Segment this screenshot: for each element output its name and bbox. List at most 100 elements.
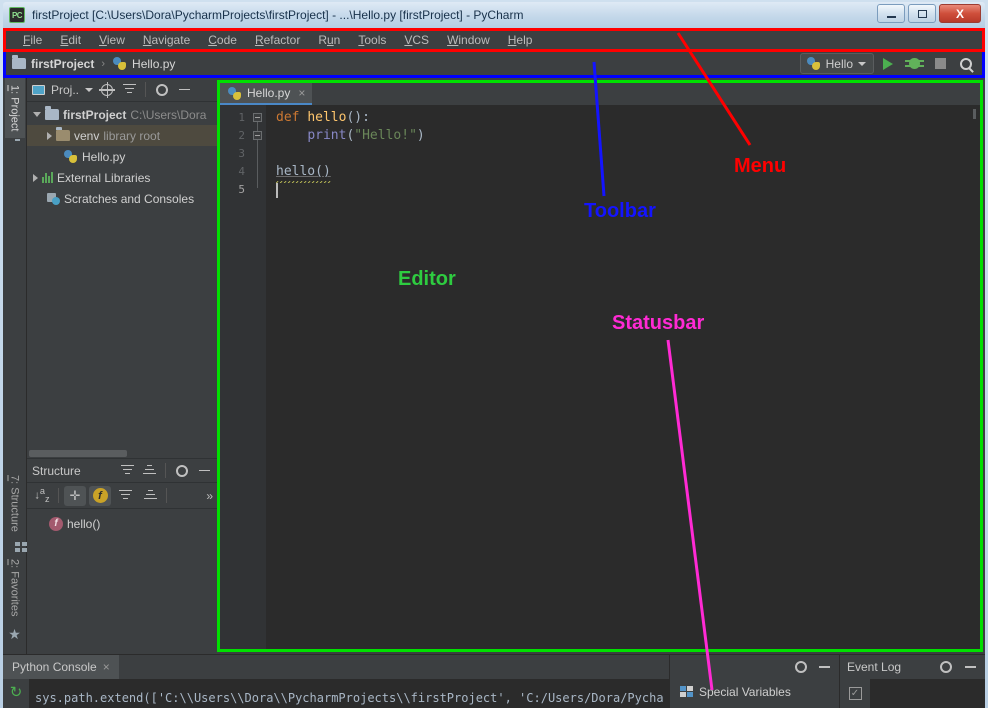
- collapse-all-button[interactable]: [139, 486, 161, 506]
- expand-all-button[interactable]: [114, 486, 136, 506]
- special-variables-settings-button[interactable]: [793, 659, 809, 675]
- menu-file[interactable]: File: [14, 32, 51, 48]
- structure-tab-rest: : Structure: [9, 481, 21, 532]
- debug-button[interactable]: [902, 54, 926, 74]
- project-view-icon: [32, 85, 45, 95]
- console-tab-python-console[interactable]: Python Console ×: [3, 655, 119, 679]
- special-variables-hide-button[interactable]: [816, 659, 832, 675]
- editor-tabstrip: Hello.py ×: [220, 83, 980, 105]
- menu-bar: File Edit View Navigate Code Refactor Ru…: [3, 28, 985, 52]
- python-console-panel: Python Console × ↻ » sys.path.extend(['C…: [3, 655, 669, 708]
- chevron-right-icon[interactable]: [33, 174, 38, 182]
- breadcrumb-file[interactable]: Hello.py: [132, 57, 175, 71]
- code-editor[interactable]: 1 2 3 4 5 def hello(): print("Hello!") h…: [220, 105, 980, 649]
- tree-item-hello-py[interactable]: Hello.py: [27, 146, 217, 167]
- close-button[interactable]: X: [939, 4, 981, 23]
- show-inherited-button[interactable]: ✛: [64, 486, 86, 506]
- project-hscrollbar[interactable]: [27, 448, 217, 458]
- code-text[interactable]: def hello(): print("Hello!") hello(): [266, 105, 980, 649]
- chevron-down-icon[interactable]: [33, 112, 41, 117]
- menu-tools[interactable]: Tools: [349, 32, 395, 48]
- bug-icon: [909, 58, 920, 69]
- tree-item-external-libraries[interactable]: External Libraries: [27, 167, 217, 188]
- event-log-settings-button[interactable]: [938, 659, 954, 675]
- menu-code[interactable]: Code: [199, 32, 246, 48]
- chevron-right-icon[interactable]: [47, 132, 52, 140]
- locate-file-button[interactable]: [99, 82, 115, 98]
- editor-tab-hello-py[interactable]: Hello.py ×: [220, 83, 312, 105]
- hide-structure-button[interactable]: [196, 463, 212, 479]
- pycharm-logo-icon: PC: [9, 7, 25, 23]
- hide-project-button[interactable]: [176, 82, 192, 98]
- tree-item-venv[interactable]: venv library root: [27, 125, 217, 146]
- run-configuration-selector[interactable]: Hello: [800, 53, 874, 74]
- project-tree[interactable]: firstProject C:\Users\Dora venv library …: [27, 102, 217, 448]
- stop-button[interactable]: [928, 54, 952, 74]
- stop-icon: [935, 58, 946, 69]
- breadcrumb-separator: ›: [101, 58, 105, 70]
- rerun-button[interactable]: ↻: [10, 685, 23, 700]
- chevron-down-icon[interactable]: [85, 88, 93, 92]
- fold-marker[interactable]: [253, 113, 262, 122]
- tree-label: External Libraries: [57, 171, 150, 185]
- event-log-header: Event Log: [840, 655, 985, 679]
- expand-all-button[interactable]: [119, 463, 135, 479]
- editor-tab-label: Hello.py: [247, 86, 290, 100]
- project-panel-header: Proj..: [27, 78, 217, 102]
- code-folding-gutter[interactable]: [250, 105, 266, 649]
- console-output[interactable]: sys.path.extend(['C:\\Users\\Dora\\Pycha…: [29, 679, 669, 708]
- project-settings-button[interactable]: [154, 82, 170, 98]
- collapse-all-button[interactable]: [141, 463, 157, 479]
- variables-icon: [680, 686, 693, 698]
- play-icon: [883, 58, 893, 70]
- divider: [165, 463, 166, 478]
- sort-alphabetically-button[interactable]: ↓az: [31, 486, 53, 506]
- menu-help[interactable]: Help: [499, 32, 542, 48]
- maximize-button[interactable]: [908, 4, 936, 23]
- menu-view[interactable]: View: [90, 32, 134, 48]
- close-icon[interactable]: ×: [298, 86, 305, 100]
- minimize-button[interactable]: [877, 4, 905, 23]
- window-controls: X: [877, 4, 981, 23]
- search-icon: [960, 58, 972, 70]
- menu-run[interactable]: Run: [309, 32, 349, 48]
- menu-refactor[interactable]: Refactor: [246, 32, 309, 48]
- line-number-gutter: 1 2 3 4 5: [220, 105, 250, 649]
- event-log-hide-button[interactable]: [962, 659, 978, 675]
- menu-edit[interactable]: Edit: [51, 32, 90, 48]
- show-fields-button[interactable]: f: [89, 486, 111, 506]
- search-everywhere-button[interactable]: [954, 54, 978, 74]
- menu-navigate[interactable]: Navigate: [134, 32, 199, 48]
- close-icon[interactable]: ×: [103, 660, 110, 674]
- tree-item-firstproject[interactable]: firstProject C:\Users\Dora: [27, 104, 217, 125]
- star-icon: ★: [8, 626, 21, 644]
- divider: [166, 488, 167, 503]
- event-log-content[interactable]: [870, 679, 985, 708]
- project-tab-rest: : Project: [9, 91, 21, 131]
- project-panel-title[interactable]: Proj..: [51, 83, 79, 97]
- breadcrumb-project[interactable]: firstProject: [31, 57, 94, 71]
- fold-marker[interactable]: [253, 131, 262, 140]
- run-button[interactable]: [876, 54, 900, 74]
- collapse-all-button[interactable]: [121, 82, 137, 98]
- bottom-tool-window: Python Console × ↻ » sys.path.extend(['C…: [3, 654, 985, 708]
- structure-tree[interactable]: f hello(): [27, 509, 217, 654]
- sidebar-item-project[interactable]: 1: Project: [5, 78, 25, 138]
- mark-all-read-button[interactable]: ✓: [849, 687, 862, 700]
- structure-item-hello[interactable]: f hello(): [27, 513, 217, 534]
- window-title: firstProject [C:\Users\Dora\PycharmProje…: [32, 8, 523, 22]
- special-variables-item[interactable]: Special Variables: [670, 685, 839, 699]
- special-variables-body[interactable]: Special Variables: [670, 679, 839, 708]
- chevron-down-icon: [858, 62, 866, 66]
- special-variables-panel: Special Variables: [669, 655, 839, 708]
- console-line-1: sys.path.extend(['C:\\Users\\Dora\\Pycha…: [35, 691, 664, 705]
- sidebar-item-structure[interactable]: 7: Structure: [5, 468, 25, 539]
- structure-panel-title[interactable]: Structure: [32, 464, 81, 478]
- tree-item-scratches[interactable]: Scratches and Consoles: [27, 188, 217, 209]
- menu-vcs[interactable]: VCS: [395, 32, 438, 48]
- menu-window[interactable]: Window: [438, 32, 499, 48]
- sidebar-item-favorites[interactable]: 2: Favorites: [5, 552, 25, 623]
- scrollbar-thumb[interactable]: [29, 450, 127, 457]
- overflow-button[interactable]: »: [206, 489, 213, 503]
- structure-settings-button[interactable]: [174, 463, 190, 479]
